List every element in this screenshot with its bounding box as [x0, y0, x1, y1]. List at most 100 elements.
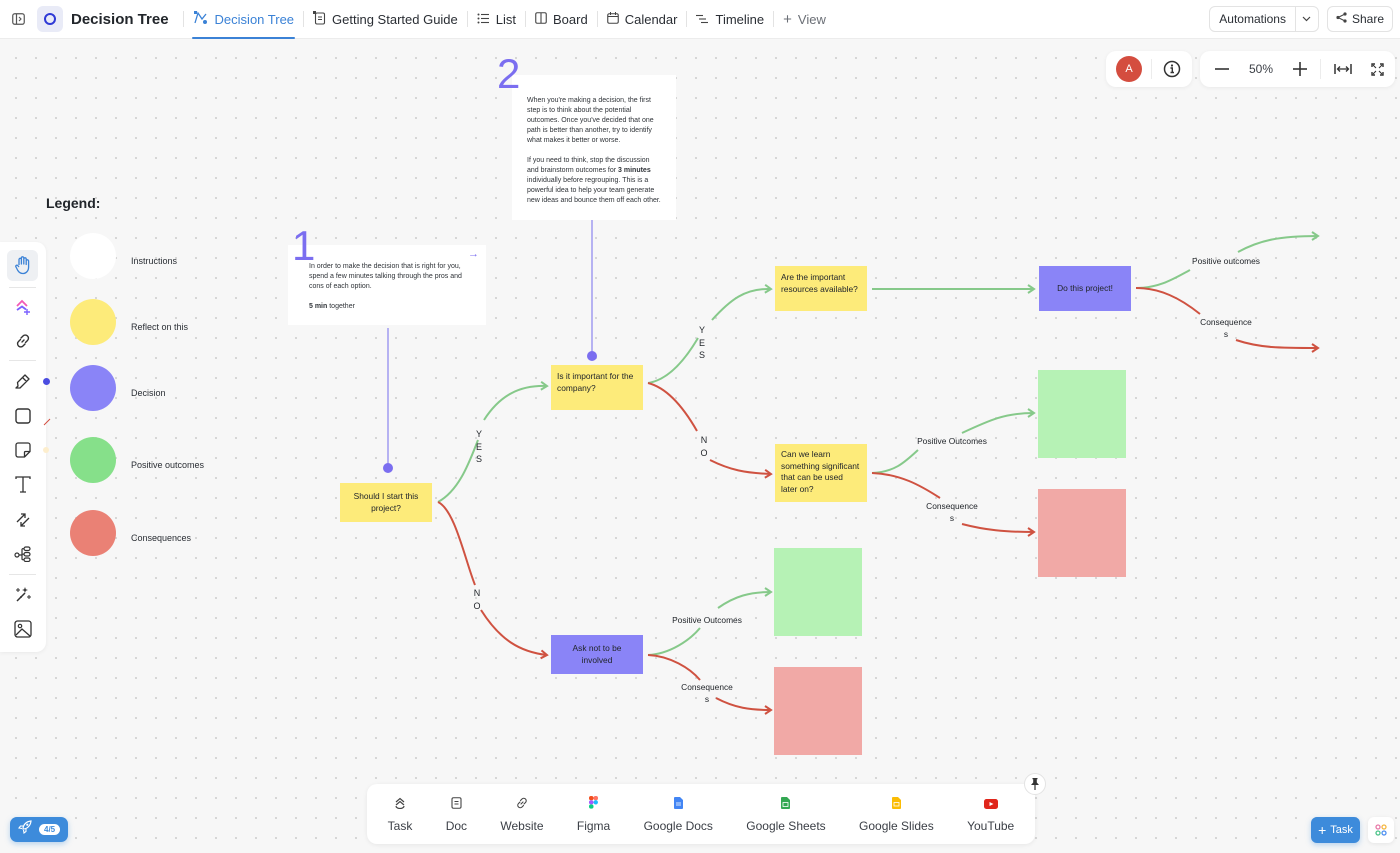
- arrow-right-icon: →: [468, 248, 479, 260]
- decision-ask-not[interactable]: Ask not to be involved: [551, 635, 643, 674]
- divider: [9, 287, 36, 288]
- zoom-out-icon[interactable]: [1208, 55, 1236, 83]
- positive-outcomes-label: Positive Outcomes: [672, 615, 742, 625]
- note-text: When you're making a decision, the first…: [527, 97, 654, 144]
- label-part: s: [1223, 329, 1229, 339]
- dock-label: Google Sheets: [746, 818, 826, 833]
- hand-tool-icon[interactable]: [7, 250, 38, 281]
- tab-board[interactable]: Board: [526, 0, 597, 39]
- tab-timeline[interactable]: Timeline: [687, 0, 773, 39]
- dock-doc[interactable]: Doc: [446, 796, 467, 833]
- sticky-important[interactable]: Is it important for the company?: [551, 365, 643, 410]
- label-part: s: [949, 513, 955, 523]
- info-icon[interactable]: [1158, 55, 1186, 83]
- zoom-in-icon[interactable]: [1286, 55, 1314, 83]
- decision-do-project[interactable]: Do this project!: [1039, 266, 1131, 311]
- dock-google-sheets[interactable]: Google Sheets: [746, 796, 826, 833]
- avatar[interactable]: A: [1116, 56, 1142, 82]
- insert-dock: Task Doc Website Figma Google Docs Googl…: [367, 784, 1035, 844]
- legend-label: Decision: [131, 388, 166, 398]
- yes-label: YES: [697, 324, 707, 362]
- label-letter: O: [700, 447, 708, 458]
- dock-google-docs[interactable]: Google Docs: [644, 796, 713, 833]
- tab-label: List: [495, 11, 517, 27]
- label-letter: Y: [698, 325, 705, 335]
- add-view-button[interactable]: + View: [774, 0, 835, 39]
- dock-task[interactable]: Task: [387, 796, 413, 833]
- ai-magic-icon[interactable]: [7, 578, 38, 609]
- zoom-level: 50%: [1248, 62, 1274, 76]
- sidebar-toggle-icon[interactable]: [9, 10, 27, 28]
- tab-list[interactable]: List: [468, 0, 525, 39]
- consequence-box[interactable]: [774, 667, 862, 755]
- clickup-add-icon[interactable]: [7, 291, 38, 322]
- tab-label: Board: [553, 11, 588, 27]
- calendar-icon: [606, 11, 619, 27]
- instruction-note-2[interactable]: When you're making a decision, the first…: [512, 75, 676, 220]
- note-time-rest: together: [327, 303, 355, 310]
- sticky-resources[interactable]: Are the important resources available?: [775, 266, 867, 311]
- divider: [9, 574, 36, 575]
- yes-label: YES: [474, 428, 484, 466]
- left-toolbar: [0, 242, 46, 652]
- tab-decision-tree[interactable]: Decision Tree: [184, 0, 303, 39]
- automations-button[interactable]: Automations: [1209, 6, 1319, 32]
- positive-outcome-box[interactable]: [1038, 370, 1126, 458]
- new-task-button[interactable]: + Task: [1311, 817, 1360, 843]
- dock-label: Google Docs: [643, 818, 713, 833]
- legend-swatch-positive: [70, 437, 116, 483]
- space-icon[interactable]: [37, 6, 63, 32]
- link-icon[interactable]: [7, 325, 38, 356]
- legend-swatch-consequences: [70, 510, 116, 556]
- share-button[interactable]: Share: [1326, 6, 1393, 32]
- decision-text: Do this project!: [1057, 282, 1113, 293]
- dock-figma[interactable]: Figma: [577, 795, 610, 833]
- consequences-label: Consequence s: [922, 500, 982, 524]
- pen-icon[interactable]: [7, 365, 38, 396]
- fit-width-icon[interactable]: [1329, 55, 1357, 83]
- label-letter: O: [473, 600, 481, 611]
- image-icon[interactable]: [7, 613, 38, 644]
- consequence-box[interactable]: [1038, 489, 1126, 577]
- text-icon[interactable]: [7, 469, 38, 500]
- onboarding-checklist-button[interactable]: 4/5: [10, 817, 68, 842]
- connector-icon[interactable]: [7, 504, 38, 535]
- page-title: Decision Tree: [71, 10, 169, 28]
- label-letter: E: [698, 337, 705, 348]
- instruction-anchor-2: [587, 351, 597, 361]
- label-part: Consequence: [1200, 317, 1252, 327]
- positive-outcome-box[interactable]: [774, 548, 862, 636]
- fullscreen-icon[interactable]: [1363, 55, 1391, 83]
- label-letter: Y: [475, 429, 482, 439]
- pen-color-indicator: [43, 378, 50, 385]
- tab-label: Calendar: [624, 11, 678, 27]
- instruction-anchor-1: [383, 463, 393, 473]
- plus-icon: +: [1318, 822, 1327, 838]
- tab-label: Decision Tree: [214, 11, 295, 27]
- sticky-note-icon[interactable]: [7, 434, 38, 465]
- rectangle-icon[interactable]: [7, 400, 38, 431]
- instruction-note-1[interactable]: In order to make the decision that is ri…: [288, 245, 486, 325]
- dock-label: YouTube: [967, 818, 1015, 833]
- mind-map-icon[interactable]: [7, 538, 38, 569]
- chevron-down-icon[interactable]: [1296, 16, 1318, 22]
- legend-swatch-reflect: [70, 299, 116, 345]
- sticky-learn[interactable]: Can we learn something significant that …: [775, 444, 867, 502]
- sticky-color-indicator: [43, 447, 49, 453]
- divider: [9, 360, 36, 361]
- sticky-start[interactable]: Should I start this project?: [340, 483, 432, 522]
- whiteboard-icon: [193, 10, 209, 28]
- label-letter: N: [700, 435, 708, 445]
- plus-icon: +: [783, 10, 792, 28]
- legend-label: Reflect on this: [131, 322, 189, 332]
- dock-youtube[interactable]: YouTube: [967, 796, 1014, 833]
- apps-grid-icon[interactable]: [1368, 817, 1394, 843]
- tab-getting-started-guide[interactable]: Getting Started Guide: [304, 0, 467, 39]
- shape-color-indicator: [43, 413, 51, 426]
- list-icon: [477, 12, 490, 27]
- tab-calendar[interactable]: Calendar: [598, 0, 687, 39]
- dock-google-slides[interactable]: Google Slides: [859, 796, 934, 833]
- dock-website[interactable]: Website: [500, 796, 544, 833]
- dock-label: Task: [387, 818, 413, 833]
- pin-icon[interactable]: [1024, 773, 1046, 795]
